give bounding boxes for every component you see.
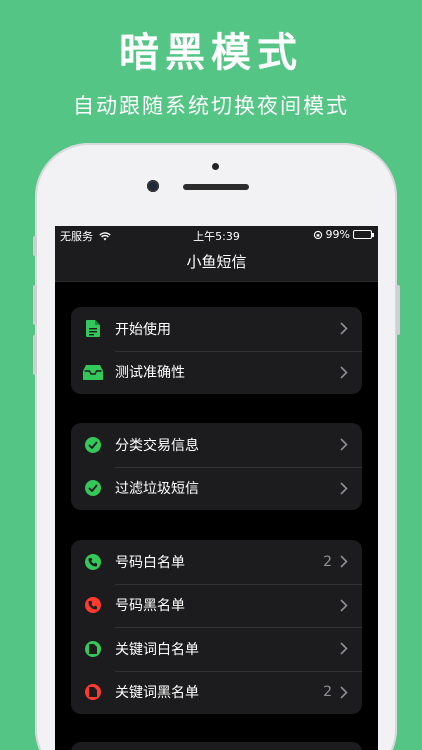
- power-button: [396, 285, 400, 335]
- volume-down-button: [33, 335, 37, 375]
- row-label: 关键词白名单: [115, 641, 199, 658]
- row-label: 号码黑名单: [115, 598, 185, 615]
- promo-headline: 暗黑模式: [119, 30, 303, 76]
- document-icon: [86, 320, 100, 338]
- row-start-using[interactable]: 开始使用: [71, 307, 362, 351]
- battery-icon: [353, 230, 374, 239]
- row-label: 分类交易信息: [115, 437, 199, 454]
- mute-switch: [33, 236, 37, 256]
- row-number-whitelist[interactable]: 号码白名单 2: [71, 540, 362, 584]
- inbox-tray-icon: [83, 364, 103, 380]
- chevron-right-icon: [334, 438, 354, 451]
- promo-subline: 自动跟随系统切换夜间模式: [73, 94, 349, 118]
- row-filter-spam[interactable]: 过滤垃圾短信: [71, 466, 362, 511]
- chevron-right-icon: [334, 642, 354, 655]
- row-label: 开始使用: [115, 321, 171, 338]
- front-camera-icon: [147, 180, 159, 192]
- nav-title: 小鱼短信: [186, 253, 247, 271]
- chevron-right-icon: [334, 482, 354, 495]
- row-keyword-whitelist[interactable]: 关键词白名单: [71, 627, 362, 671]
- row-count: 2: [323, 553, 332, 570]
- group-lists: 号码白名单 2 号码黑名单 关键词白名单 关键词黑名单 2: [71, 540, 362, 714]
- chevron-right-icon: [334, 366, 354, 379]
- settings-list: 开始使用 测试准确性 分类交易信息 过滤垃圾短信 号码白名单 2 号码黑名单 关…: [55, 282, 378, 750]
- chevron-right-icon: [334, 322, 354, 335]
- row-label: 号码白名单: [115, 554, 185, 571]
- volume-up-button: [33, 285, 37, 325]
- row-classify-transactions[interactable]: 分类交易信息: [71, 423, 362, 467]
- chevron-right-icon: [334, 686, 354, 699]
- phone-green-icon: [85, 553, 101, 570]
- row-test-accuracy[interactable]: 测试准确性: [71, 350, 362, 395]
- earpiece-speaker: [183, 184, 249, 190]
- battery-percent: 99%: [325, 228, 350, 241]
- status-bar: 无服务 上午5:39 99%: [55, 226, 378, 244]
- row-keyword-blacklist[interactable]: 关键词黑名单 2: [71, 670, 362, 715]
- row-label: 关键词黑名单: [115, 685, 199, 702]
- row-number-blacklist[interactable]: 号码黑名单: [71, 583, 362, 628]
- file-red-icon: [85, 684, 101, 701]
- checkmark-circle-icon: [85, 436, 101, 453]
- checkmark-circle-icon: [85, 480, 101, 497]
- group-classification: 分类交易信息 过滤垃圾短信: [71, 423, 362, 510]
- nav-bar: 小鱼短信: [55, 244, 378, 282]
- proximity-sensor: [212, 163, 219, 170]
- status-right: 99%: [313, 228, 374, 241]
- file-green-icon: [85, 640, 101, 657]
- phone-screen: 无服务 上午5:39 99% 小鱼短信 开始使用 测试准确性 分类交易信息 过滤…: [55, 226, 378, 750]
- group-getting-started: 开始使用 测试准确性: [71, 307, 362, 394]
- orientation-lock-icon: [313, 230, 322, 239]
- row-label: 过滤垃圾短信: [115, 481, 199, 498]
- row-label: 测试准确性: [115, 365, 185, 382]
- chevron-right-icon: [334, 555, 354, 568]
- chevron-right-icon: [334, 599, 354, 612]
- phone-red-icon: [85, 597, 101, 614]
- row-count: 2: [323, 684, 332, 701]
- group-more: [71, 742, 362, 750]
